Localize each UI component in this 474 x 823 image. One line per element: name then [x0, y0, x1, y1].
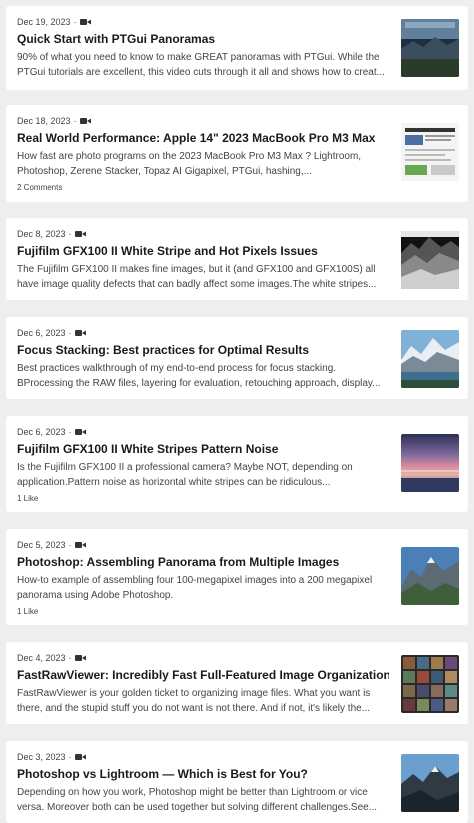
- post-meta: Dec 5, 2023 ·: [17, 540, 86, 550]
- post-date: Dec 18, 2023: [17, 116, 71, 126]
- post-feed: Dec 19, 2023 · Quick Start with PTGui Pa…: [0, 0, 474, 823]
- meta-separator: ·: [68, 752, 72, 762]
- meta-separator: ·: [73, 116, 77, 126]
- post-card[interactable]: Dec 5, 2023 · Photoshop: Assembling Pano…: [6, 529, 468, 625]
- meta-separator: ·: [68, 427, 72, 437]
- post-likes[interactable]: 1 Like: [17, 494, 38, 503]
- meta-separator: ·: [68, 328, 72, 338]
- post-date: Dec 8, 2023: [17, 229, 66, 239]
- excerpt-line: How-to example of assembling four 100-me…: [17, 575, 373, 586]
- excerpt-line: BProcessing the RAW files, layering for …: [17, 378, 381, 389]
- video-camera-icon: [74, 330, 86, 336]
- excerpt-line: application.Pattern noise as horizontal …: [17, 477, 331, 488]
- excerpt-line: FastRawViewer is your golden ticket to o…: [17, 688, 371, 699]
- post-date: Dec 5, 2023: [17, 540, 66, 550]
- meta-separator: ·: [73, 17, 77, 27]
- post-card[interactable]: Dec 3, 2023 · Photoshop vs Lightroom — W…: [6, 741, 468, 823]
- post-excerpt: FastRawViewer is your golden ticket to o…: [17, 686, 391, 716]
- post-excerpt: 90% of what you need to know to make GRE…: [17, 50, 391, 80]
- video-camera-icon: [74, 429, 86, 435]
- post-thumbnail[interactable]: [401, 547, 459, 605]
- video-camera-icon: [79, 19, 91, 25]
- video-camera-icon: [74, 231, 86, 237]
- excerpt-line: there, and the stupid stuff you do not w…: [17, 703, 371, 714]
- post-meta: Dec 3, 2023 ·: [17, 752, 86, 762]
- post-thumbnail[interactable]: [401, 754, 459, 812]
- post-excerpt: Best practices walkthrough of my end-to-…: [17, 361, 391, 391]
- post-date: Dec 4, 2023: [17, 653, 66, 663]
- post-card[interactable]: Dec 6, 2023 · Focus Stacking: Best pract…: [6, 317, 468, 399]
- post-title[interactable]: Photoshop vs Lightroom — Which is Best f…: [17, 767, 389, 781]
- post-thumbnail[interactable]: [401, 330, 459, 388]
- video-camera-icon: [74, 754, 86, 760]
- post-comments[interactable]: 2 Comments: [17, 183, 62, 192]
- post-card[interactable]: Dec 19, 2023 · Quick Start with PTGui Pa…: [6, 6, 468, 90]
- excerpt-line: How fast are photo programs on the 2023 …: [17, 151, 362, 162]
- post-title[interactable]: Focus Stacking: Best practices for Optim…: [17, 343, 389, 357]
- excerpt-line: panorama using Adobe Photoshop.: [17, 590, 174, 601]
- post-excerpt: How-to example of assembling four 100-me…: [17, 573, 391, 603]
- post-thumbnail[interactable]: [401, 655, 459, 713]
- excerpt-line: versa. Moreover both can be used togethe…: [17, 802, 378, 813]
- post-card[interactable]: Dec 4, 2023 · FastRawViewer: Incredibly …: [6, 642, 468, 724]
- post-excerpt: How fast are photo programs on the 2023 …: [17, 149, 391, 179]
- meta-separator: ·: [68, 229, 72, 239]
- post-thumbnail[interactable]: [401, 231, 459, 289]
- post-thumbnail[interactable]: [401, 434, 459, 492]
- excerpt-line: Depending on how you work, Photoshop mig…: [17, 787, 368, 798]
- post-thumbnail[interactable]: [401, 123, 459, 181]
- excerpt-line: Is the Fujifilm GFX100 II a professional…: [17, 462, 353, 473]
- post-title[interactable]: Fujifilm GFX100 II White Stripe and Hot …: [17, 244, 389, 258]
- post-title[interactable]: Fujifilm GFX100 II White Stripes Pattern…: [17, 442, 389, 456]
- post-date: Dec 6, 2023: [17, 328, 66, 338]
- post-meta: Dec 4, 2023 ·: [17, 653, 86, 663]
- video-camera-icon: [79, 118, 91, 124]
- post-title[interactable]: Real World Performance: Apple 14" 2023 M…: [17, 131, 389, 145]
- post-card[interactable]: Dec 6, 2023 · Fujifilm GFX100 II White S…: [6, 416, 468, 512]
- post-excerpt: Depending on how you work, Photoshop mig…: [17, 785, 391, 815]
- post-meta: Dec 19, 2023 ·: [17, 17, 91, 27]
- excerpt-line: have image quality defects that can badl…: [17, 279, 377, 290]
- excerpt-line: Best practices walkthrough of my end-to-…: [17, 363, 337, 374]
- post-meta: Dec 6, 2023 ·: [17, 328, 86, 338]
- post-date: Dec 19, 2023: [17, 17, 71, 27]
- post-meta: Dec 8, 2023 ·: [17, 229, 86, 239]
- post-date: Dec 6, 2023: [17, 427, 66, 437]
- post-meta: Dec 18, 2023 ·: [17, 116, 91, 126]
- post-title[interactable]: FastRawViewer: Incredibly Fast Full-Feat…: [17, 668, 389, 682]
- post-card[interactable]: Dec 8, 2023 · Fujifilm GFX100 II White S…: [6, 218, 468, 300]
- excerpt-line: Photoshop, Zerene Stacker, Topaz AI Giga…: [17, 166, 312, 177]
- post-date: Dec 3, 2023: [17, 752, 66, 762]
- post-excerpt: The Fujifilm GFX100 II makes fine images…: [17, 262, 391, 292]
- post-title[interactable]: Quick Start with PTGui Panoramas: [17, 32, 389, 46]
- video-camera-icon: [74, 542, 86, 548]
- post-thumbnail[interactable]: [401, 19, 459, 77]
- meta-separator: ·: [68, 540, 72, 550]
- post-card[interactable]: Dec 18, 2023 · Real World Performance: A…: [6, 105, 468, 202]
- post-title[interactable]: Photoshop: Assembling Panorama from Mult…: [17, 555, 389, 569]
- excerpt-line: 90% of what you need to know to make GRE…: [17, 52, 380, 63]
- post-likes[interactable]: 1 Like: [17, 607, 38, 616]
- post-excerpt: Is the Fujifilm GFX100 II a professional…: [17, 460, 391, 490]
- meta-separator: ·: [68, 653, 72, 663]
- excerpt-line: The Fujifilm GFX100 II makes fine images…: [17, 264, 376, 275]
- post-meta: Dec 6, 2023 ·: [17, 427, 86, 437]
- excerpt-line: PTGui tutorials are excellent, this vide…: [17, 67, 385, 78]
- video-camera-icon: [74, 655, 86, 661]
